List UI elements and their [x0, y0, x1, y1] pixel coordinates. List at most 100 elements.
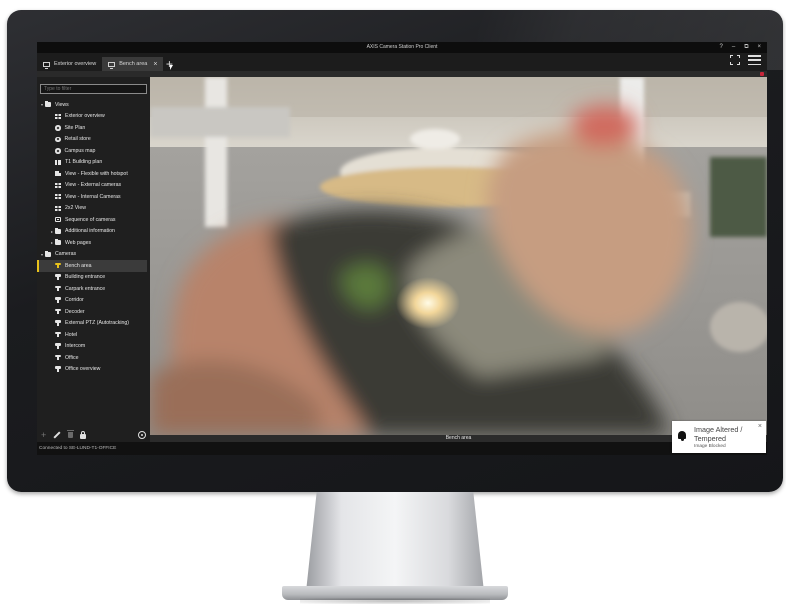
tree-item-label: Cameras: [55, 251, 77, 258]
delete-icon[interactable]: [67, 430, 75, 438]
tree-item-label: Corridor: [65, 297, 84, 304]
add-icon[interactable]: +: [41, 430, 46, 440]
camera-icon: [55, 366, 61, 372]
notification-subtitle: Image Blocked: [694, 444, 726, 449]
tree-item[interactable]: Decoder: [37, 306, 150, 318]
bell-icon: [678, 431, 686, 441]
tree-item-label: T1 Building plan: [65, 159, 103, 166]
camera-icon: [55, 343, 61, 349]
tree-item[interactable]: Campus map: [37, 145, 150, 157]
tree-item-label: Retail store: [64, 136, 91, 143]
tree-item[interactable]: View - External cameras: [37, 180, 150, 192]
tree-item[interactable]: External PTZ (Autotracking): [37, 318, 150, 330]
tree-item-label: Bench area: [65, 262, 92, 269]
tree-item[interactable]: Sequence of cameras: [37, 214, 150, 226]
close-window-button[interactable]: ×: [757, 42, 761, 53]
tree-item[interactable]: Exterior overview: [37, 111, 150, 123]
camera-icon: [55, 285, 61, 292]
hamburger-menu-icon[interactable]: [748, 55, 761, 65]
tree-item-label: View - Flexible with hotspot: [65, 170, 128, 177]
tree-item-label: External PTZ (Autotracking): [65, 320, 130, 327]
camera-icon: [55, 297, 61, 303]
tree-item[interactable]: Carpark entrance: [37, 283, 150, 295]
grid-view-icon: [55, 205, 61, 211]
filter-input[interactable]: [40, 84, 147, 94]
tree-item-label: View - External cameras: [65, 182, 122, 189]
add-tab-button[interactable]: +: [163, 57, 175, 71]
camera-icon: [55, 320, 61, 326]
tree-item-label: Campus map: [64, 147, 96, 154]
tree-item-label: Sequence of cameras: [65, 216, 116, 223]
camera-icon: [55, 308, 61, 315]
tree-item-label: Exterior overview: [65, 113, 105, 120]
help-button[interactable]: ?: [720, 42, 723, 53]
tab-label: Bench area: [119, 61, 148, 67]
camera-icon: [55, 354, 61, 361]
mouse-cursor-icon: [170, 65, 174, 70]
tab-exterior-overview[interactable]: Exterior overview: [37, 57, 102, 71]
tree-item[interactable]: View - Flexible with hotspot: [37, 168, 150, 180]
tree-item[interactable]: ▾ Views: [37, 99, 150, 111]
edit-icon[interactable]: [53, 431, 61, 439]
grid-view-icon: [55, 182, 61, 188]
tree-item-label: Building entrance: [65, 274, 106, 281]
tree-item-label: View - Internal Cameras: [65, 193, 121, 200]
tab-label: Exterior overview: [54, 61, 97, 67]
tree-item[interactable]: Corridor: [37, 295, 150, 307]
camera-icon: [55, 274, 61, 280]
tree-item-label: Hotel: [65, 331, 78, 338]
tree-item-label: Intercom: [65, 343, 86, 350]
tree-item[interactable]: Retail store: [37, 134, 150, 146]
tree-item[interactable]: View - Internal Cameras: [37, 191, 150, 203]
target-icon[interactable]: [138, 431, 146, 439]
app-title: AXIS Camera Station Pro Client: [366, 44, 438, 50]
tab-close-icon[interactable]: ×: [153, 61, 157, 68]
tree-item[interactable]: ▾ Cameras: [37, 249, 150, 261]
tab-bar-right: [730, 55, 761, 65]
tree-item-label: Views: [55, 101, 69, 108]
tree-item[interactable]: T1 Building plan: [37, 157, 150, 169]
fullscreen-icon[interactable]: [730, 55, 740, 65]
tab-bar: Exterior overview Bench area × +: [37, 53, 767, 71]
tree-item-label: Additional information: [65, 228, 115, 235]
app-screen: AXIS Camera Station Pro Client ? – ⧉ × E…: [37, 42, 767, 455]
folder-icon: [45, 101, 51, 108]
tree-item-label: 2x2 View: [65, 205, 86, 212]
tab-bench-area[interactable]: Bench area ×: [102, 57, 164, 71]
minimize-button[interactable]: –: [732, 42, 735, 53]
folder-icon: [45, 250, 51, 257]
folder-icon: [55, 227, 61, 234]
video-feed[interactable]: [150, 77, 767, 435]
tree-item[interactable]: Hotel: [37, 329, 150, 341]
map-icon: [55, 136, 61, 142]
tree-item[interactable]: Office: [37, 352, 150, 364]
restore-button[interactable]: ⧉: [744, 42, 748, 53]
sidebar-toolbar: +: [37, 428, 150, 442]
tree-item[interactable]: Building entrance: [37, 272, 150, 284]
monitor-icon: [43, 61, 50, 69]
tree-item-label: Carpark entrance: [65, 285, 106, 292]
notification-title: Image Altered / Tempered: [694, 425, 743, 443]
recording-indicator-icon: [760, 72, 764, 76]
tree-item[interactable]: Intercom: [37, 341, 150, 353]
notification-toast[interactable]: Image Altered / Tempered Image Blocked ×: [672, 421, 766, 453]
tree-item[interactable]: ▸ Additional information: [37, 226, 150, 238]
status-bar: Connected to SE-LUND-T1-OFFICE: [37, 442, 767, 455]
tree-item[interactable]: Site Plan: [37, 122, 150, 134]
monitor-stand-neck: [306, 492, 484, 592]
window-controls: ? – ⧉ ×: [720, 42, 762, 53]
grid-view-icon: [55, 113, 61, 119]
tree-item[interactable]: Office overview: [37, 364, 150, 376]
sequence-icon: [55, 217, 61, 223]
tree-item[interactable]: ▸ Web pages: [37, 237, 150, 249]
tree-item-label: Decoder: [65, 308, 85, 315]
tree-item-label: Office overview: [65, 366, 101, 373]
tree-item[interactable]: Bench area: [37, 260, 147, 272]
title-bar: AXIS Camera Station Pro Client ? – ⧉ ×: [37, 42, 767, 53]
close-icon[interactable]: ×: [758, 423, 762, 430]
monitor-icon: [108, 61, 116, 69]
tree-item[interactable]: 2x2 View: [37, 203, 150, 215]
lock-icon[interactable]: [80, 430, 87, 439]
tree-view: ▾ Views Exterior overview Site Plan Retail s…: [37, 99, 150, 375]
camera-icon: [55, 262, 61, 269]
